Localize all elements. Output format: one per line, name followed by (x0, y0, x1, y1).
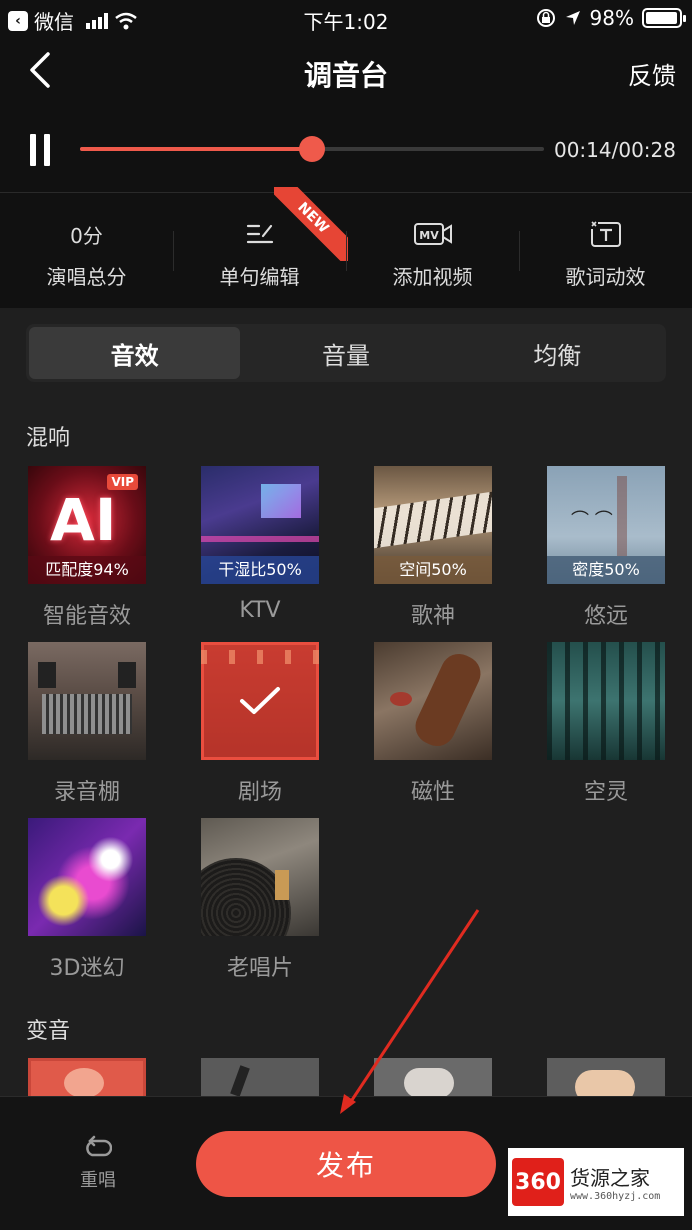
mv-camera-icon: MV (413, 223, 452, 245)
tool-line-edit[interactable]: NEW 单句编辑 (173, 187, 348, 308)
watermark-logo: 360 货源之家 www.360hyzj.com (508, 1148, 684, 1216)
progress-played (80, 147, 312, 151)
page-title: 调音台 (303, 59, 388, 92)
tab-equalizer[interactable]: 均衡 (452, 327, 663, 379)
vip-badge: VIP (107, 474, 138, 490)
tool-label: 添加视频 (392, 265, 473, 289)
edit-lines-icon (246, 224, 273, 244)
effect-name: 磁性 (410, 780, 455, 805)
tool-label: 单句编辑 (219, 265, 300, 289)
effect-smart[interactable]: AI VIP 匹配度94% 智能音效 (28, 466, 146, 629)
watermark-name: 货源之家 (570, 1166, 650, 1190)
watermark-url: www.360hyzj.com (570, 1191, 661, 1202)
effect-thumb (201, 642, 319, 760)
tab-sound-effect[interactable]: 音效 (29, 327, 241, 379)
voice-item[interactable] (547, 1058, 665, 1096)
checkmark-icon (240, 687, 280, 714)
nav-header: 调音台 反馈 (0, 36, 692, 106)
effect-name: 剧场 (237, 780, 282, 805)
effect-name: 3D迷幻 (49, 956, 125, 981)
tool-label: 歌词动效 (565, 265, 646, 289)
tool-add-video[interactable]: MV 添加视频 (346, 193, 519, 308)
effect-theater[interactable]: 剧场 (201, 642, 319, 805)
tool-lyric-effects[interactable]: 歌词动效 (519, 193, 692, 308)
effect-tabs: 音效 音量 均衡 (26, 324, 666, 382)
voice-thumb (374, 1058, 492, 1096)
progress-slider[interactable] (80, 136, 544, 162)
playback-time: 00:14/00:28 (553, 138, 676, 162)
status-right: 98% (536, 6, 686, 30)
new-badge: NEW (274, 187, 348, 261)
effect-singer[interactable]: 空间50% 歌神 (374, 466, 492, 629)
effect-thumb (547, 642, 665, 760)
redo-icon (86, 1135, 113, 1157)
effect-thumb: 干湿比50% (201, 466, 319, 584)
effect-name: 空灵 (583, 780, 628, 805)
effect-ktv[interactable]: 干湿比50% KTV (201, 466, 319, 623)
progress-knob[interactable] (299, 136, 325, 162)
effect-name: 录音棚 (53, 780, 120, 805)
location-icon (565, 11, 580, 25)
effect-caption: 匹配度94% (28, 556, 146, 584)
effect-caption: 密度50% (547, 556, 665, 584)
status-bar: ‹ 微信 下午1:02 98% (0, 0, 692, 36)
redo-label: 重唱 (80, 1170, 116, 1191)
watermark-360: 360 (512, 1158, 564, 1206)
effect-magnetic[interactable]: 磁性 (374, 642, 492, 805)
effect-name: 老唱片 (226, 956, 293, 981)
effect-thumb: AI VIP 匹配度94% (28, 466, 146, 584)
tools-row: 0分 演唱总分 NEW 单句编辑 MV 添加视频 歌词动效 (0, 187, 692, 308)
rotation-lock-icon (536, 9, 555, 27)
svg-text:MV: MV (419, 229, 439, 242)
voice-item[interactable] (201, 1058, 319, 1096)
effect-thumb (374, 642, 492, 760)
effect-caption: 空间50% (374, 556, 492, 584)
voice-item[interactable] (374, 1058, 492, 1096)
voice-thumb (28, 1058, 146, 1096)
battery-percent: 98% (589, 6, 634, 30)
ai-logo: AI (50, 486, 117, 554)
voice-thumb (201, 1058, 319, 1096)
publish-button[interactable]: 发布 (196, 1131, 496, 1197)
tool-label: 演唱总分 (46, 265, 127, 289)
total-score-value: 0分 (70, 223, 103, 248)
effect-thumb (201, 818, 319, 936)
effect-thumb (28, 818, 146, 936)
effect-name: KTV (239, 598, 281, 623)
battery-icon (642, 8, 686, 28)
effect-caption: 干湿比50% (201, 556, 319, 584)
effect-thumb (28, 642, 146, 760)
voice-item[interactable] (28, 1058, 146, 1096)
redo-button[interactable]: 重唱 (70, 1135, 126, 1192)
effect-name: 悠远 (583, 604, 628, 629)
selected-overlay (201, 642, 319, 760)
effect-name: 歌神 (410, 604, 455, 629)
lyric-text-icon (590, 221, 621, 247)
playback-bar: 00:14/00:28 (0, 106, 692, 192)
effect-3d-psychedelic[interactable]: 3D迷幻 (28, 818, 146, 981)
effect-distant[interactable]: ⌒ ⌒ 密度50% 悠远 (547, 466, 665, 629)
voice-thumb (547, 1058, 665, 1096)
effect-ethereal[interactable]: 空灵 (547, 642, 665, 805)
effect-old-record[interactable]: 老唱片 (201, 818, 319, 981)
effect-studio[interactable]: 录音棚 (28, 642, 146, 805)
pause-icon[interactable] (28, 134, 52, 166)
effect-thumb: ⌒ ⌒ 密度50% (547, 466, 665, 584)
effect-thumb: 空间50% (374, 466, 492, 584)
effect-name: 智能音效 (42, 604, 131, 629)
section-reverb-title: 混响 (26, 426, 71, 451)
feedback-button[interactable]: 反馈 (628, 56, 676, 91)
tab-volume[interactable]: 音量 (240, 327, 451, 379)
section-voice-change-title: 变音 (26, 1019, 71, 1044)
tool-total-score[interactable]: 0分 演唱总分 (0, 193, 173, 308)
voice-change-grid (0, 1058, 692, 1096)
